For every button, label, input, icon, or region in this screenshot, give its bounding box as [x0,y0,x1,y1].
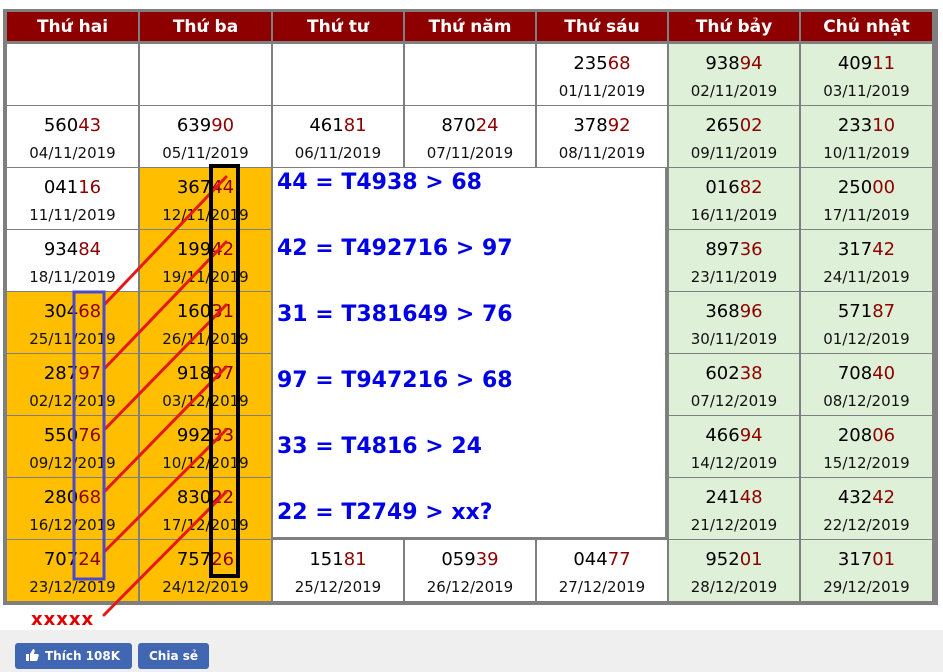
diagonal-arrow-line [102,303,228,432]
like-button[interactable]: Thích 108K [15,643,132,669]
diagonal-arrow-line [102,240,228,371]
share-label: Chia sẻ [148,649,199,663]
column-box-monday [72,290,106,581]
diagonal-arrow-line [102,365,228,494]
share-button[interactable]: Chia sẻ [138,643,209,669]
column-box-tuesday [209,164,240,578]
diagonal-arrow-line [102,175,228,307]
annotation-overlay [72,164,240,617]
diagonal-arrow-line [102,490,228,617]
prediction-marker: xxxxx [31,609,95,630]
diagonal-arrow-line [102,428,228,554]
thumbs-up-icon [25,648,39,665]
like-label: Thích 108K [45,649,121,663]
